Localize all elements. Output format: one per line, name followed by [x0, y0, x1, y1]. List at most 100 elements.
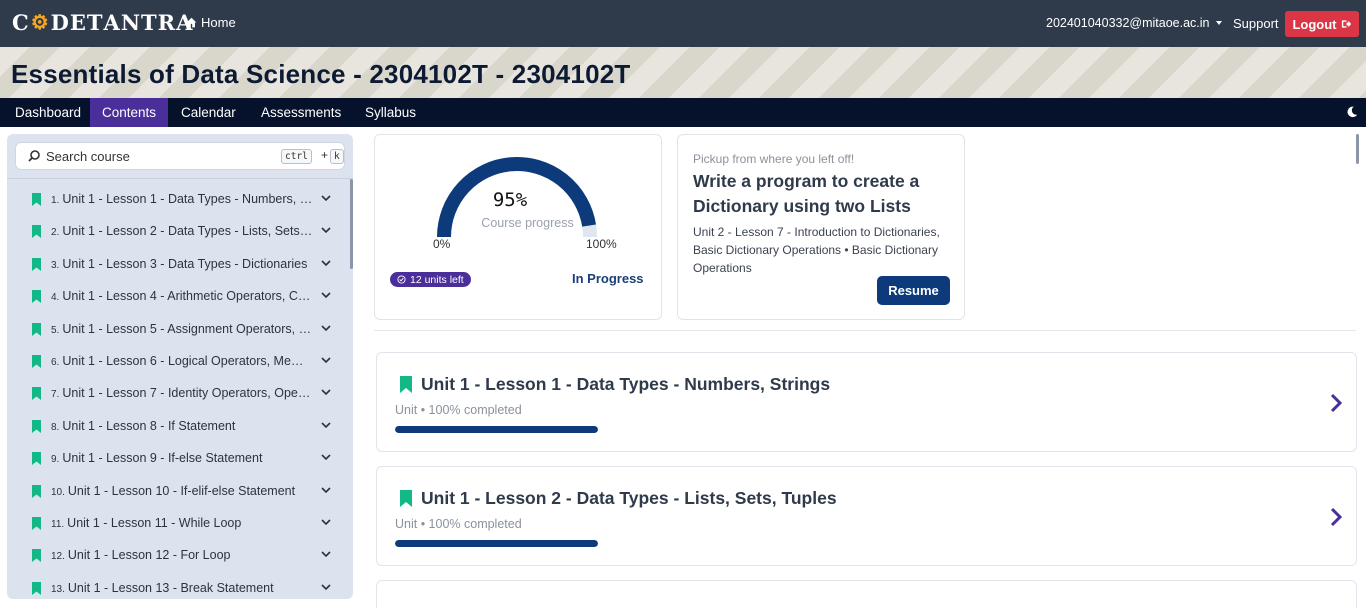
- resume-button[interactable]: Resume: [877, 276, 950, 305]
- top-bar: C ⚙ D E T A N T R A Home 202401040332@mitaoe.ac.i…: [0, 0, 1366, 47]
- bookmark-icon: [32, 419, 41, 433]
- section-divider: [374, 330, 1356, 331]
- bookmark-icon: [32, 257, 41, 271]
- lesson-title: Unit 1 - Lesson 6 - Logical Operators, M…: [62, 354, 313, 368]
- shortcut-plus: +: [321, 148, 329, 162]
- sidebar-lesson-item[interactable]: 10. Unit 1 - Lesson 10 - If-elif-else Sta…: [7, 476, 347, 508]
- chevron-down-icon[interactable]: [321, 389, 331, 396]
- chevron-down-icon[interactable]: [321, 195, 331, 202]
- sidebar-lesson-item[interactable]: 4. Unit 1 - Lesson 4 - Arithmetic Operato…: [7, 281, 347, 313]
- progress-status: In Progress: [572, 271, 644, 286]
- lesson-title: Unit 1 - Lesson 7 - Identity Operators, …: [62, 386, 313, 401]
- unit-subtitle: Unit • 100% completed: [395, 403, 522, 417]
- chevron-down-icon[interactable]: [321, 227, 331, 234]
- bookmark-icon: [32, 452, 41, 466]
- lesson-number: 12.: [51, 551, 65, 563]
- unit-card[interactable]: Unit 1 - Lesson 1 - Data Types - Numbers…: [376, 352, 1357, 452]
- lesson-title: Unit 1 - Lesson 1 - Data Types - Numbers…: [62, 192, 313, 206]
- lesson-label: 13. Unit 1 - Lesson 13 - Break Statement: [51, 581, 313, 595]
- chevron-down-icon[interactable]: [321, 260, 331, 267]
- course-nav: Dashboard Contents Calendar Assessments …: [0, 98, 1366, 127]
- search-icon: [28, 150, 40, 162]
- lesson-number: 6.: [51, 357, 60, 368]
- unit-subtitle: Unit • 100% completed: [395, 517, 522, 531]
- sidebar-lesson-item[interactable]: 6. Unit 1 - Lesson 6 - Logical Operators,…: [7, 346, 347, 378]
- sidebar-scrollbar[interactable]: [350, 179, 353, 269]
- bookmark-icon: [32, 387, 41, 401]
- clock-check-icon: [397, 275, 406, 284]
- lesson-label: 5. Unit 1 - Lesson 5 - Assignment Operato…: [51, 322, 313, 336]
- logout-label: Logout: [1292, 16, 1337, 32]
- chevron-down-icon[interactable]: [321, 357, 331, 364]
- bookmark-icon: [32, 193, 41, 206]
- chevron-right-icon[interactable]: [1330, 507, 1342, 527]
- course-title: Essentials of Data Science - 2304102T - …: [11, 59, 631, 89]
- sidebar-lesson-item[interactable]: 2. Unit 1 - Lesson 2 - Data Types - Lists…: [7, 216, 347, 248]
- sidebar-lesson-item[interactable]: 13. Unit 1 - Lesson 13 - Break Statement: [7, 573, 347, 599]
- shortcut-key-ctrl: ctrl: [281, 149, 312, 164]
- lesson-number: 4.: [51, 292, 60, 304]
- main-scrollbar[interactable]: [1356, 134, 1359, 164]
- dark-mode-toggle-icon[interactable]: [1345, 105, 1359, 119]
- bookmark-icon: [32, 549, 41, 563]
- support-link[interactable]: Support: [1233, 16, 1279, 31]
- lesson-number: 3.: [51, 259, 60, 271]
- lesson-title: Unit 1 - Lesson 2 - Data Types - Lists, …: [62, 224, 313, 239]
- resume-description: Unit 2 - Lesson 7 - Introduction to Dict…: [693, 225, 940, 275]
- chevron-right-icon[interactable]: [1330, 393, 1342, 413]
- chevron-down-icon[interactable]: [321, 422, 331, 429]
- home-icon: [186, 17, 197, 28]
- lesson-number: 7.: [51, 389, 60, 401]
- tab-calendar[interactable]: Calendar: [169, 98, 248, 127]
- lesson-title: Unit 1 - Lesson 12 - For Loop: [67, 548, 231, 563]
- tab-assessments[interactable]: Assessments: [249, 98, 353, 127]
- chevron-down-icon[interactable]: [321, 551, 331, 558]
- sidebar-divider: [7, 178, 353, 179]
- resume-title: Write a program to create a Dictionary u…: [693, 171, 920, 216]
- bookmark-icon: [32, 517, 41, 530]
- chevron-down-icon[interactable]: [321, 487, 331, 494]
- chevron-down-icon[interactable]: [321, 584, 331, 591]
- tab-contents[interactable]: Contents: [90, 98, 169, 127]
- sidebar-lesson-item[interactable]: 7. Unit 1 - Lesson 7 - Identity Operators…: [7, 378, 347, 410]
- progress-caption: Course progress: [481, 216, 574, 230]
- sidebar-lesson-item[interactable]: 8. Unit 1 - Lesson 8 - If Statement: [7, 411, 347, 443]
- chevron-down-icon[interactable]: [321, 454, 331, 461]
- sidebar-lesson-item[interactable]: 5. Unit 1 - Lesson 5 - Assignment Operato…: [7, 314, 347, 346]
- logout-button[interactable]: Logout: [1285, 11, 1359, 37]
- tab-dashboard[interactable]: Dashboard: [3, 98, 93, 127]
- lesson-title: Unit 1 - Lesson 9 - If-else Statement: [62, 451, 263, 466]
- unit-title: Unit 1 - Lesson 1 - Data Types - Numbers…: [421, 374, 831, 394]
- tab-syllabus[interactable]: Syllabus: [353, 98, 428, 127]
- lesson-title: Unit 1 - Lesson 8 - If Statement: [62, 418, 236, 433]
- bookmark-icon: [400, 376, 412, 393]
- lesson-title: Unit 1 - Lesson 11 - While Loop: [67, 516, 242, 530]
- lesson-label: 10. Unit 1 - Lesson 10 - If-elif-else Sta…: [51, 484, 313, 498]
- lesson-title: Unit 1 - Lesson 10 - If-elif-else Statem…: [67, 483, 296, 498]
- home-label: Home: [201, 15, 236, 30]
- unit-card[interactable]: [376, 580, 1357, 608]
- chevron-down-icon[interactable]: [321, 519, 331, 526]
- home-link[interactable]: Home: [186, 15, 236, 30]
- units-left-badge: 12 units left: [390, 272, 471, 287]
- chevron-down-icon[interactable]: [321, 325, 331, 332]
- sidebar-lesson-item[interactable]: 11. Unit 1 - Lesson 11 - While Loop: [7, 508, 347, 540]
- sidebar-lesson-item[interactable]: 12. Unit 1 - Lesson 12 - For Loop: [7, 540, 347, 572]
- sidebar-lesson-item[interactable]: 9. Unit 1 - Lesson 9 - If-else Statement: [7, 443, 347, 475]
- chevron-down-icon[interactable]: [321, 292, 331, 299]
- lesson-label: 8. Unit 1 - Lesson 8 - If Statement: [51, 419, 313, 433]
- sidebar-lesson-item[interactable]: 3. Unit 1 - Lesson 3 - Data Types - Dicti…: [7, 249, 347, 281]
- unit-card[interactable]: Unit 1 - Lesson 2 - Data Types - Lists, …: [376, 466, 1357, 566]
- user-email: 202401040332@mitaoe.ac.in: [1046, 16, 1210, 30]
- lesson-label: 6. Unit 1 - Lesson 6 - Logical Operators,…: [51, 354, 313, 368]
- codetantra-logo[interactable]: C ⚙ D E T A N T R A: [12, 10, 193, 35]
- lesson-label: 12. Unit 1 - Lesson 12 - For Loop: [51, 548, 313, 562]
- search-course-input[interactable]: Search course ctrl + k: [15, 142, 345, 170]
- bookmark-icon: [32, 322, 41, 336]
- lesson-label: 3. Unit 1 - Lesson 3 - Data Types - Dicti…: [51, 257, 313, 271]
- lesson-number: 13.: [51, 583, 65, 595]
- lesson-label: 9. Unit 1 - Lesson 9 - If-else Statement: [51, 451, 313, 465]
- sidebar-lesson-item[interactable]: 1. Unit 1 - Lesson 1 - Data Types - Numbe…: [7, 184, 347, 216]
- user-menu[interactable]: 202401040332@mitaoe.ac.in: [1046, 16, 1222, 30]
- course-progress-card: 95% Course progress 0% 100% 12 units lef…: [374, 134, 662, 320]
